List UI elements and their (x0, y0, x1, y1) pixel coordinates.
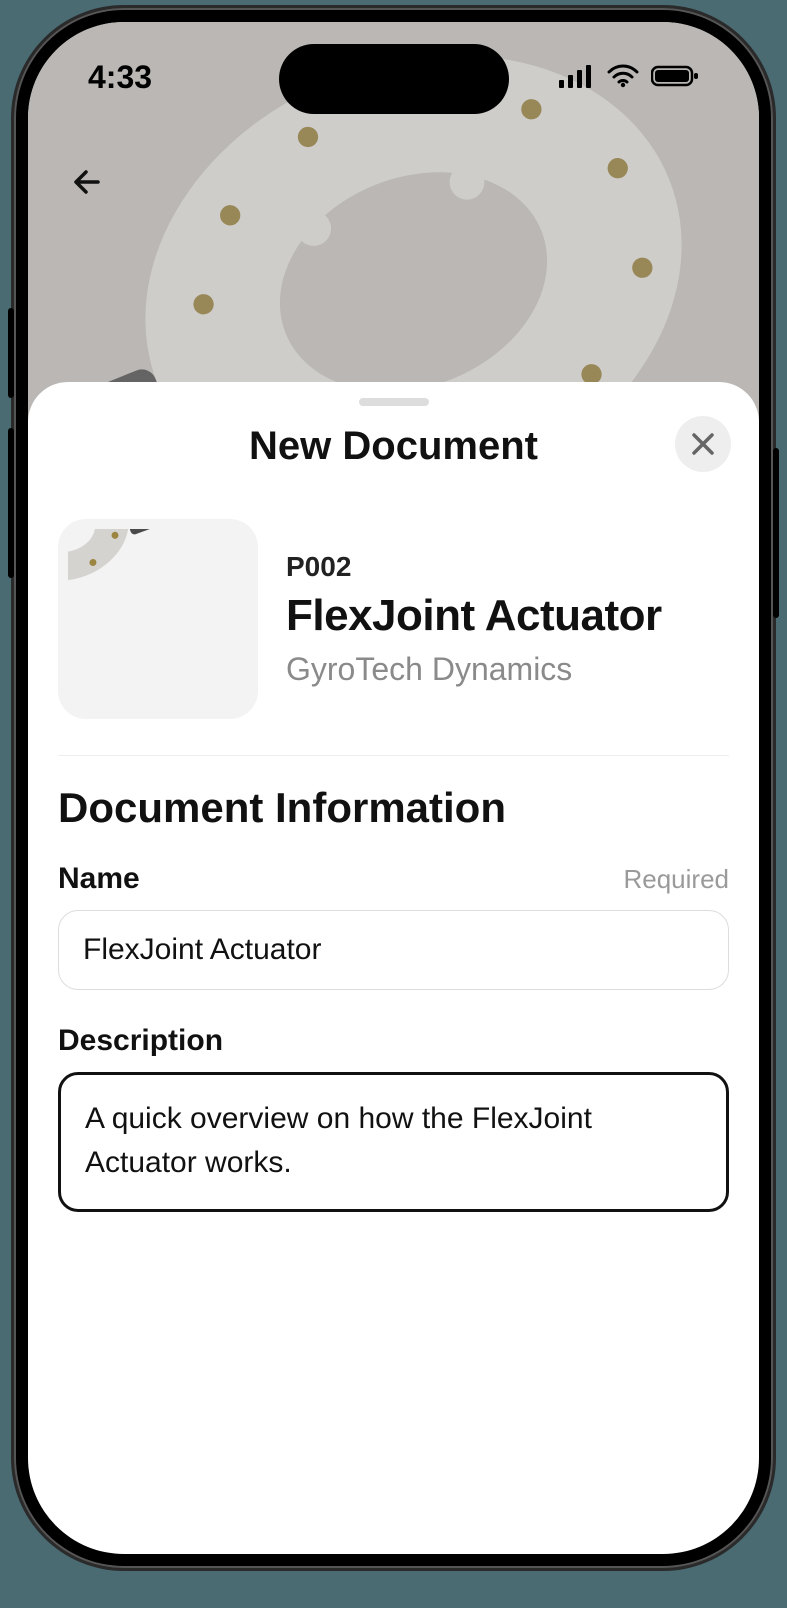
product-thumbnail (58, 519, 258, 719)
name-input[interactable] (58, 910, 729, 990)
description-input[interactable] (58, 1072, 729, 1212)
sheet-grabber[interactable] (359, 398, 429, 406)
section-title: Document Information (58, 784, 729, 832)
battery-icon (651, 59, 699, 96)
new-document-sheet: New Document (28, 382, 759, 1554)
product-sku: P002 (286, 551, 662, 583)
close-icon (689, 430, 717, 458)
phone-frame: 4:33 (14, 8, 773, 1568)
description-label: Description (58, 1024, 223, 1058)
product-vendor: GyroTech Dynamics (286, 651, 662, 688)
arrow-left-icon (68, 162, 108, 202)
wifi-icon (607, 59, 639, 96)
dynamic-island (279, 44, 509, 114)
close-button[interactable] (675, 416, 731, 472)
screen: 4:33 (28, 22, 759, 1554)
name-required-hint: Required (623, 864, 729, 895)
divider (58, 755, 729, 756)
product-summary: P002 FlexJoint Actuator GyroTech Dynamic… (58, 509, 729, 755)
back-button[interactable] (68, 162, 108, 207)
name-label: Name (58, 862, 140, 896)
sheet-title: New Document (28, 424, 759, 469)
cellular-icon (559, 59, 595, 96)
status-time: 4:33 (88, 59, 152, 96)
product-name: FlexJoint Actuator (286, 591, 662, 641)
